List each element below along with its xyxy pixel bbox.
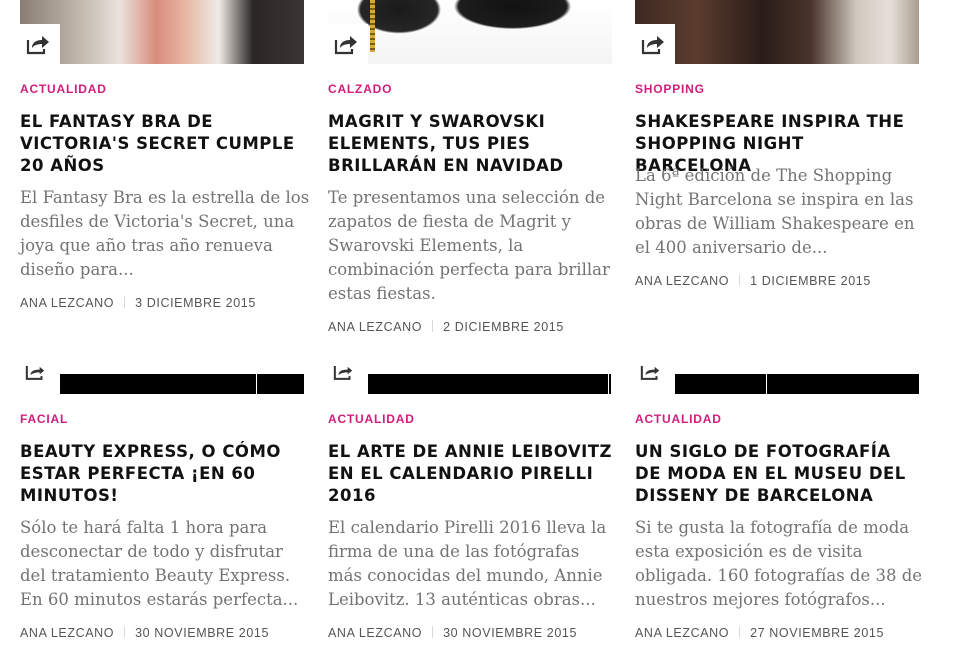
meta-divider [432, 626, 434, 638]
meta-divider [739, 626, 741, 638]
article-title[interactable]: EL ARTE DE ANNIE LEIBOVITZ EN EL CALENDA… [328, 441, 613, 507]
article-category[interactable]: SHOPPING [635, 82, 705, 96]
article-thumbnail[interactable] [635, 0, 919, 64]
share-icon[interactable] [639, 366, 663, 388]
article-meta: ANA LEZCANO 30 NOVIEMBRE 2015 [328, 626, 577, 640]
article-author[interactable]: ANA LEZCANO [328, 626, 422, 640]
article-date: 27 NOVIEMBRE 2015 [750, 626, 884, 640]
image-placeholder-bar [368, 374, 608, 394]
article-excerpt: Si te gusta la fotografía de moda esta e… [635, 518, 923, 609]
article-meta: ANA LEZCANO 2 DICIEMBRE 2015 [328, 320, 564, 334]
article-author[interactable]: ANA LEZCANO [328, 320, 422, 334]
article-excerpt: El Fantasy Bra es la estrella de los des… [20, 188, 310, 279]
share-icon[interactable] [332, 366, 356, 388]
shoe-heel-decoration [370, 0, 375, 52]
article-category[interactable]: FACIAL [20, 412, 68, 426]
meta-divider [739, 274, 741, 286]
meta-divider [432, 320, 434, 332]
share-button[interactable] [20, 24, 60, 64]
meta-divider [124, 296, 126, 308]
article-meta: ANA LEZCANO 27 NOVIEMBRE 2015 [635, 626, 884, 640]
article-excerpt: Te presentamos una selección de zapatos … [328, 188, 610, 303]
article-author[interactable]: ANA LEZCANO [20, 296, 114, 310]
share-button[interactable] [328, 24, 368, 64]
article-thumbnail[interactable] [328, 0, 612, 64]
share-icon[interactable] [24, 366, 48, 388]
article-thumbnail[interactable] [20, 362, 305, 394]
article-excerpt: La 6ª edición de The Shopping Night Barc… [635, 166, 915, 257]
article-author[interactable]: ANA LEZCANO [635, 274, 729, 288]
article-thumbnail[interactable] [635, 362, 920, 394]
article-date: 1 DICIEMBRE 2015 [750, 274, 871, 288]
article-date: 2 DICIEMBRE 2015 [443, 320, 564, 334]
image-placeholder-bar [675, 374, 766, 394]
article-category[interactable]: ACTUALIDAD [20, 82, 107, 96]
image-placeholder-bar [767, 374, 919, 394]
image-placeholder-bar [609, 374, 611, 394]
article-date: 3 DICIEMBRE 2015 [135, 296, 256, 310]
article-category[interactable]: ACTUALIDAD [635, 412, 722, 426]
article-author[interactable]: ANA LEZCANO [635, 626, 729, 640]
article-meta: ANA LEZCANO 1 DICIEMBRE 2015 [635, 274, 871, 288]
article-meta: ANA LEZCANO 3 DICIEMBRE 2015 [20, 296, 256, 310]
article-date: 30 NOVIEMBRE 2015 [443, 626, 577, 640]
article-date: 30 NOVIEMBRE 2015 [135, 626, 269, 640]
image-placeholder-bar [257, 374, 304, 394]
image-placeholder-bar [60, 374, 256, 394]
article-meta: ANA LEZCANO 30 NOVIEMBRE 2015 [20, 626, 269, 640]
article-category[interactable]: CALZADO [328, 82, 392, 96]
article-thumbnail[interactable] [328, 362, 613, 394]
article-excerpt: Sólo te hará falta 1 hora para desconect… [20, 518, 299, 609]
meta-divider [124, 626, 126, 638]
share-icon [26, 36, 49, 55]
article-title[interactable]: BEAUTY EXPRESS, O CÓMO ESTAR PERFECTA ¡E… [20, 441, 305, 507]
article-thumbnail[interactable] [20, 0, 304, 64]
article-author[interactable]: ANA LEZCANO [20, 626, 114, 640]
article-category[interactable]: ACTUALIDAD [328, 412, 415, 426]
article-title[interactable]: EL FANTASY BRA DE VICTORIA'S SECRET CUMP… [20, 111, 305, 177]
share-button[interactable] [635, 24, 675, 64]
share-icon [334, 36, 357, 55]
article-title[interactable]: UN SIGLO DE FOTOGRAFÍA DE MODA EN EL MUS… [635, 441, 920, 507]
share-icon [641, 36, 664, 55]
article-title[interactable]: MAGRIT Y SWAROVSKI ELEMENTS, TUS PIES BR… [328, 111, 613, 177]
article-excerpt: El calendario Pirelli 2016 lleva la firm… [328, 518, 607, 609]
